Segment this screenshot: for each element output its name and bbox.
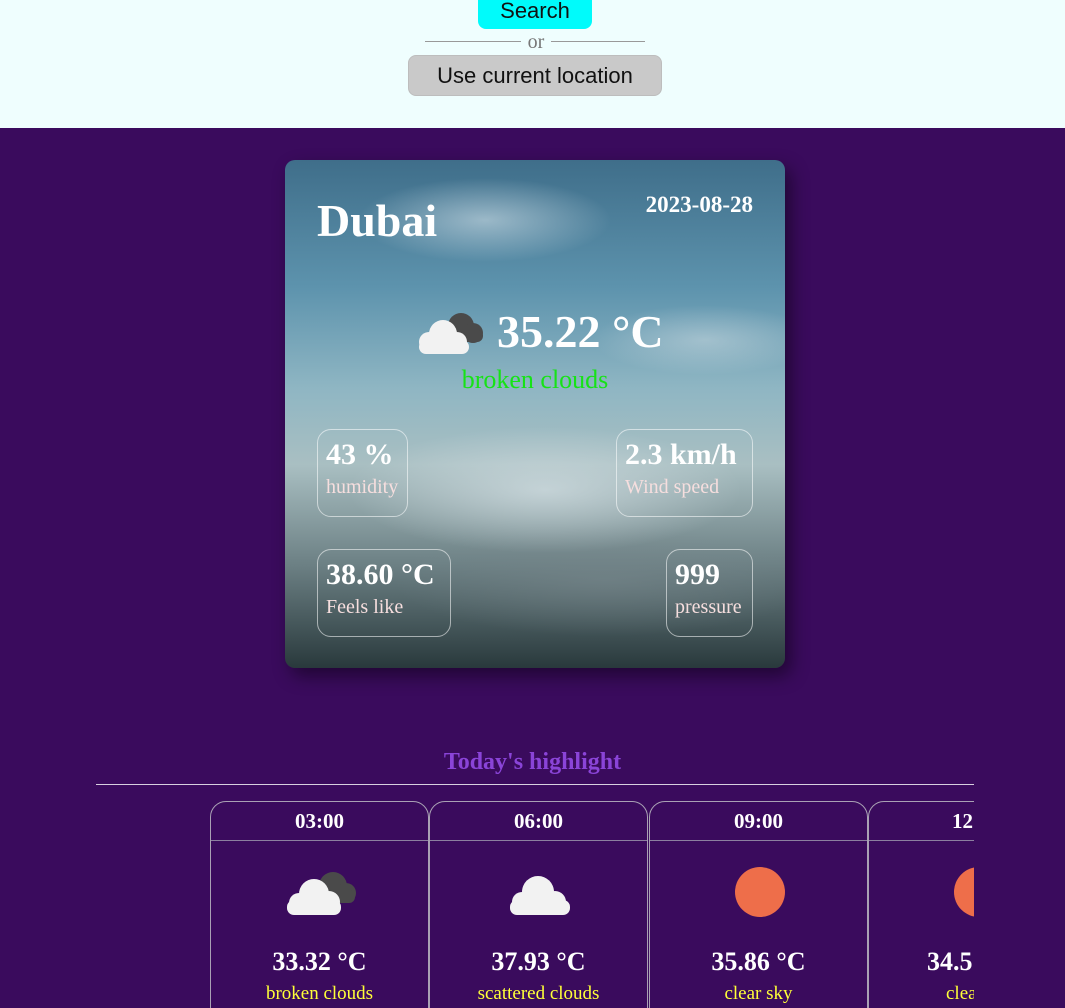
divider-line-right: [551, 41, 645, 42]
sun-icon: [735, 867, 785, 917]
humidity-stat: 43 % humidity: [317, 429, 408, 517]
forecast-time: 09:00: [650, 802, 867, 841]
current-weather-card: Dubai 2023-08-28 35.22 °C broken clouds …: [285, 160, 785, 668]
highlight-divider: [96, 784, 974, 785]
weather-date: 2023-08-28: [645, 192, 753, 217]
forecast-card: 03:00 33.32 °C broken clouds: [210, 801, 429, 1008]
humidity-label: humidity: [326, 476, 399, 498]
forecast-time: 03:00: [211, 802, 428, 841]
forecast-time: 06:00: [430, 802, 647, 841]
pressure-label: pressure: [675, 596, 742, 618]
forecast-temperature: 35.86 °C: [711, 947, 806, 976]
wind-speed-stat: 2.3 km/h Wind speed: [616, 429, 753, 517]
search-button[interactable]: Search: [478, 0, 592, 29]
broken-clouds-icon: [419, 313, 483, 354]
forecast-description: scattered clouds: [477, 983, 600, 1004]
forecast-description: clear sky: [724, 983, 793, 1004]
forecast-time: 12:00: [869, 802, 974, 841]
forecast-card: 12:00 34.5 clea: [868, 801, 974, 1008]
divider-or-text: or: [527, 31, 545, 53]
feels-like-stat: 38.60 °C Feels like: [317, 549, 451, 637]
forecast-description: clea: [946, 983, 974, 1004]
current-temperature: 35.22 °C: [497, 306, 664, 357]
wind-speed-value: 2.3 km/h: [625, 438, 737, 471]
forecast-description: broken clouds: [265, 983, 374, 1004]
scattered-clouds-icon: [510, 876, 570, 915]
forecast-temperature: 33.32 °C: [272, 947, 367, 976]
forecast-temperature: 37.93 °C: [491, 947, 586, 976]
hourly-forecast-strip[interactable]: 03:00 33.32 °C broken clouds 06:00 37.93…: [210, 801, 974, 1008]
pressure-value: 999: [675, 558, 720, 591]
todays-highlight-title: Today's highlight: [443, 749, 622, 775]
forecast-temperature: 34.5: [927, 947, 973, 976]
pressure-stat: 999 pressure: [666, 549, 753, 637]
city-name: Dubai: [317, 195, 438, 246]
feels-like-label: Feels like: [326, 596, 404, 618]
weather-description: broken clouds: [461, 365, 609, 394]
humidity-value: 43 %: [326, 438, 394, 471]
broken-clouds-icon: [287, 872, 356, 915]
sun-icon: [954, 867, 974, 917]
wind-speed-label: Wind speed: [625, 476, 720, 498]
search-section: Search or Use current location: [0, 0, 1065, 128]
divider-line-left: [425, 41, 521, 42]
use-current-location-button[interactable]: Use current location: [408, 55, 662, 96]
feels-like-value: 38.60 °C: [326, 558, 435, 591]
forecast-card: 09:00 35.86 °C clear sky: [649, 801, 868, 1008]
forecast-card: 06:00 37.93 °C scattered clouds: [429, 801, 648, 1008]
forecast-time-text: 12:00: [952, 809, 974, 833]
